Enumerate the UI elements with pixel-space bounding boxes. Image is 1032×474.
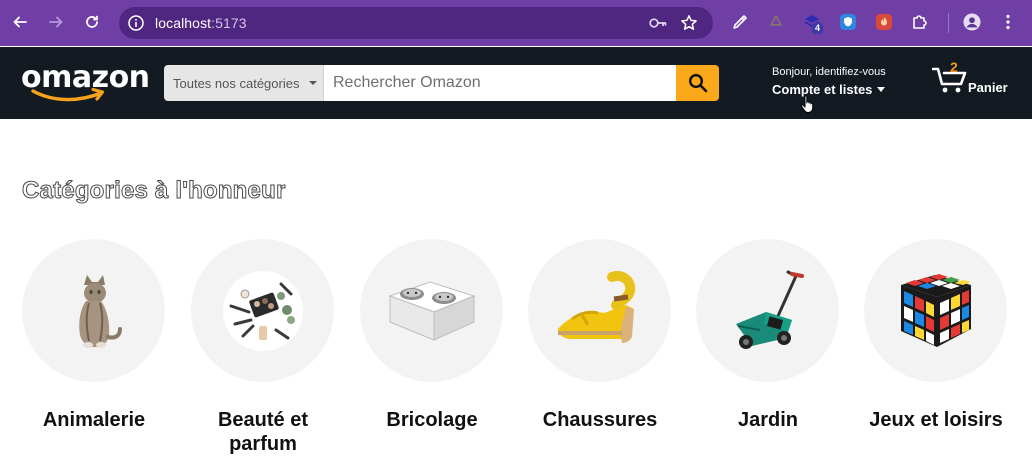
- account-greeting: Bonjour, identifiez-vous: [772, 66, 886, 78]
- category-name[interactable]: Jardin: [696, 408, 840, 432]
- eyedropper-icon: [733, 15, 747, 29]
- extensions-button[interactable]: [910, 12, 930, 32]
- shield-extension[interactable]: [838, 12, 858, 32]
- account-lists[interactable]: Compte et listes: [772, 82, 886, 97]
- category-card-animalerie[interactable]: Animalerie: [22, 239, 166, 432]
- star-icon[interactable]: [680, 14, 698, 32]
- search-category-select[interactable]: Toutes nos catégories: [164, 65, 324, 101]
- search-button[interactable]: [676, 65, 719, 101]
- reload-button[interactable]: [81, 11, 103, 33]
- category-name[interactable]: Chaussures: [528, 408, 672, 432]
- search-input[interactable]: [324, 65, 676, 101]
- toolbar-divider: [948, 13, 949, 33]
- url-text[interactable]: localhost:5173: [155, 15, 247, 31]
- category-image[interactable]: [191, 239, 334, 382]
- shield-icon: [840, 14, 856, 30]
- site-logo[interactable]: omazon: [21, 60, 150, 104]
- fire-extension-icon: [876, 14, 892, 30]
- category-image[interactable]: [22, 239, 165, 382]
- wedge-sandal-image: [557, 270, 635, 343]
- section-title: Catégories à l'honneur: [22, 177, 286, 205]
- category-name[interactable]: Animalerie: [22, 408, 166, 432]
- more-vertical-icon: [1006, 14, 1010, 30]
- browser-toolbar: localhost:5173 4: [0, 0, 1032, 46]
- category-name[interactable]: Beauté et parfum: [191, 408, 335, 456]
- category-name[interactable]: Bricolage: [360, 408, 504, 432]
- cat-image: [78, 274, 122, 348]
- forward-button[interactable]: [45, 11, 67, 33]
- search-icon: [688, 73, 707, 93]
- search-bar: Toutes nos catégories: [164, 65, 719, 101]
- search-category-label: Toutes nos catégories: [173, 75, 300, 91]
- category-card-beaute[interactable]: Beauté et parfum: [191, 239, 335, 456]
- arrow-left-icon: [13, 16, 27, 28]
- back-button[interactable]: [9, 11, 31, 33]
- category-image[interactable]: [696, 239, 839, 382]
- hand-cursor-icon: [800, 95, 814, 113]
- address-bar[interactable]: localhost:5173: [119, 7, 713, 39]
- account-lists-label: Compte et listes: [772, 82, 873, 97]
- eyedropper-extension[interactable]: [730, 12, 750, 32]
- account-menu[interactable]: Bonjour, identifiez-vous Compte et liste…: [772, 66, 886, 97]
- category-card-chaussures[interactable]: Chaussures: [528, 239, 672, 432]
- extension-badge: 4: [812, 23, 823, 34]
- power-outlet-image: [388, 280, 475, 341]
- site-info-icon[interactable]: [127, 14, 145, 32]
- avatar-icon: [963, 13, 981, 31]
- rubiks-cube-image: [900, 273, 971, 347]
- caret-down-icon: [309, 81, 318, 85]
- browser-menu-button[interactable]: [998, 12, 1018, 32]
- reload-icon: [86, 15, 98, 28]
- caret-down-icon: [877, 87, 886, 92]
- category-card-jeux[interactable]: Jeux et loisirs: [864, 239, 1008, 432]
- category-image[interactable]: [528, 239, 671, 382]
- cart-button[interactable]: 2 Panier: [932, 59, 1022, 102]
- recycle-icon: [770, 15, 782, 26]
- site-header: omazon Toutes nos catégories Bonjour, id…: [0, 47, 1032, 119]
- cosmetics-image: [222, 270, 303, 351]
- cart-count: 2: [950, 59, 958, 75]
- arrow-right-icon: [49, 16, 63, 28]
- category-image[interactable]: [360, 239, 503, 382]
- recycle-extension[interactable]: [766, 12, 786, 32]
- devtools-extension[interactable]: [874, 12, 894, 32]
- cart-label: Panier: [968, 80, 1008, 95]
- category-card-jardin[interactable]: Jardin: [696, 239, 840, 432]
- key-icon[interactable]: [648, 15, 668, 31]
- category-card-bricolage[interactable]: Bricolage: [360, 239, 504, 432]
- category-name[interactable]: Jeux et loisirs: [864, 408, 1008, 432]
- lawn-mower-image: [735, 270, 804, 349]
- category-image[interactable]: [864, 239, 1007, 382]
- profile-button[interactable]: [962, 12, 982, 32]
- smile-arrow-icon: [31, 88, 105, 102]
- puzzle-icon: [913, 15, 927, 29]
